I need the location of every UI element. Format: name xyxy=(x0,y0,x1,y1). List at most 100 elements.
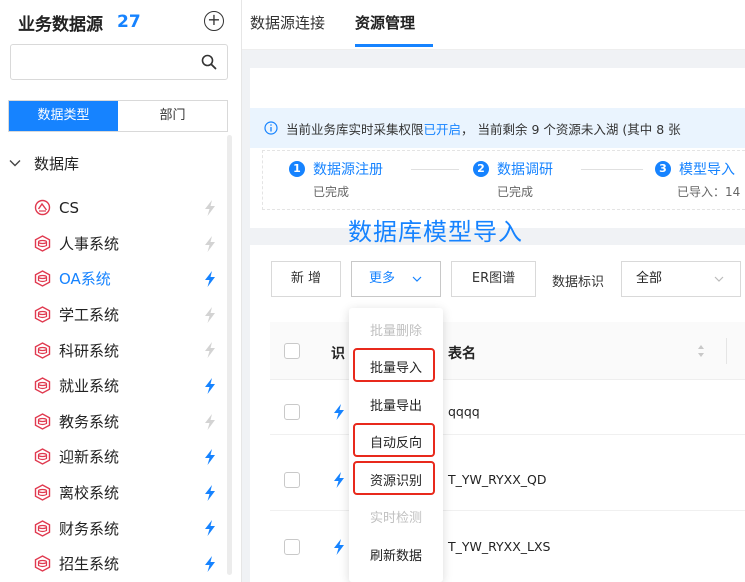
sidebar-item[interactable]: 学工系统 xyxy=(34,297,224,333)
column-header-id: 识 xyxy=(331,346,345,362)
tab-resource-management[interactable]: 资源管理 xyxy=(355,12,415,33)
database-icon-alt xyxy=(34,200,51,216)
lightning-icon xyxy=(334,404,344,420)
sidebar-item-label: 财务系统 xyxy=(59,519,120,538)
sidebar-item[interactable]: OA系统 xyxy=(34,261,224,297)
lightning-icon xyxy=(205,520,215,537)
table-name-cell: T_YW_RYXX_QD xyxy=(448,472,547,487)
table-name-cell: T_YW_RYXX_LXS xyxy=(448,539,551,554)
step-3-number: 3 xyxy=(655,161,671,177)
sidebar-header: 业务数据源 27 + xyxy=(18,10,228,35)
datasource-list: CS 人事系统 OA系统学工系统科研系统就业系统教务系统迎新系统离校系统财务系统招生… xyxy=(34,190,224,582)
step-3-sub: 已导入：14 xyxy=(677,185,741,199)
sidebar-item-label: 学工系统 xyxy=(59,306,120,325)
lightning-icon xyxy=(205,449,215,466)
table-row[interactable] xyxy=(270,530,745,582)
more-dropdown-button[interactable]: 更多 xyxy=(351,261,441,297)
search-input[interactable] xyxy=(11,45,191,79)
database-icon xyxy=(34,484,51,501)
database-icon xyxy=(34,448,51,466)
highlight-box xyxy=(353,348,435,382)
tab-datasource-connection[interactable]: 数据源连接 xyxy=(250,12,325,33)
sidebar-item[interactable]: 离校系统 xyxy=(34,475,224,511)
sidebar-item-label: CS xyxy=(59,198,79,217)
row-checkbox[interactable] xyxy=(284,539,300,555)
column-divider xyxy=(726,338,727,364)
lightning-icon xyxy=(205,200,215,216)
sidebar-item-label: 迎新系统 xyxy=(59,448,120,467)
step-connector xyxy=(411,169,459,170)
sidebar-item[interactable]: CS xyxy=(34,190,224,226)
highlight-box xyxy=(353,423,435,457)
lightning-icon xyxy=(205,377,215,394)
top-nav: 数据源连接 资源管理 xyxy=(242,0,745,50)
add-button[interactable]: 新 增 xyxy=(271,261,341,297)
tag-filter-select[interactable]: 全部 xyxy=(621,261,741,297)
sidebar-item[interactable]: 人事系统 xyxy=(34,226,224,262)
tab-department[interactable]: 部门 xyxy=(118,101,227,131)
tag-filter-value: 全部 xyxy=(636,271,663,286)
sidebar-item[interactable]: 科研系统 xyxy=(34,332,224,368)
sidebar-item-label: 离校系统 xyxy=(59,484,120,503)
lightning-icon xyxy=(205,306,215,323)
database-icon xyxy=(34,555,51,573)
search-box xyxy=(10,44,228,80)
tab-data-type[interactable]: 数据类型 xyxy=(9,101,118,131)
tree-root-database[interactable]: 数据库 xyxy=(8,150,79,176)
search-icon[interactable] xyxy=(201,54,217,70)
lightning-icon xyxy=(205,342,215,359)
database-icon xyxy=(34,413,51,430)
chevron-down-icon xyxy=(714,276,724,282)
lightning-icon xyxy=(205,235,215,252)
sidebar-count: 27 xyxy=(117,12,141,32)
plus-circle-icon[interactable]: + xyxy=(204,11,224,31)
menu-item[interactable]: 批量导出 xyxy=(349,395,443,414)
highlight-box xyxy=(353,461,435,495)
sidebar-item-label: 人事系统 xyxy=(59,234,120,253)
step-connector xyxy=(581,169,643,170)
sidebar-item-label: 就业系统 xyxy=(59,377,120,396)
er-graph-button[interactable]: ER图谱 xyxy=(451,261,536,297)
step-2: 2 数据调研 xyxy=(473,159,553,179)
notice-status: 已开启 xyxy=(423,121,462,137)
steps-bar: 1 数据源注册 已完成 2 数据调研 已完成 3 模型导入 已导入：14 xyxy=(262,150,745,210)
database-icon xyxy=(34,377,51,395)
sidebar-item-label: 科研系统 xyxy=(59,341,120,360)
sidebar-item-label: 招生系统 xyxy=(59,555,120,574)
select-all-checkbox[interactable] xyxy=(284,343,300,359)
sidebar-item[interactable]: 迎新系统 xyxy=(34,439,224,475)
lightning-icon xyxy=(205,413,215,430)
sidebar-item[interactable]: 招生系统 xyxy=(34,546,224,582)
sidebar-item[interactable]: 教务系统 xyxy=(34,404,224,440)
database-icon xyxy=(34,341,51,359)
info-icon xyxy=(264,121,278,135)
step-1-sub: 已完成 xyxy=(313,185,350,199)
column-header-name[interactable]: 表名 xyxy=(448,343,476,363)
lightning-icon xyxy=(334,539,344,555)
database-icon xyxy=(34,270,51,288)
lightning-icon xyxy=(205,555,215,572)
sort-icon[interactable] xyxy=(697,344,705,358)
menu-item: 批量删除 xyxy=(369,324,422,339)
sidebar-item[interactable]: 财务系统 xyxy=(34,510,224,546)
lightning-icon xyxy=(205,484,215,501)
menu-item: 实时检测 xyxy=(369,511,422,526)
menu-item[interactable]: 刷新数据 xyxy=(349,545,443,564)
sidebar-tabs: 数据类型 部门 xyxy=(8,100,228,132)
row-checkbox[interactable] xyxy=(284,404,300,420)
tree-root-label: 数据库 xyxy=(34,154,80,173)
sidebar: 业务数据源 27 + 数据类型 部门 数据库 CS 人事系统 OA系统学工系统科研系… xyxy=(0,0,242,582)
row-checkbox[interactable] xyxy=(284,472,300,488)
sidebar-scrollbar[interactable] xyxy=(227,135,232,575)
notice-suffix: ， 当前剩余 9 个资源未入湖 (其中 8 张 xyxy=(461,121,681,137)
notice-prefix: 当前业务库实时采集权限 xyxy=(286,121,424,137)
sidebar-item[interactable]: 就业系统 xyxy=(34,368,224,404)
step-1: 1 数据源注册 xyxy=(289,159,383,179)
chevron-down-icon xyxy=(412,276,422,282)
table-name-cell: qqqq xyxy=(448,404,480,419)
chevron-down-icon xyxy=(9,160,21,167)
notice-bar: 当前业务库实时采集权限 已开启， 当前剩余 9 个资源未入湖 (其中 8 张 xyxy=(250,108,745,148)
step-2-number: 2 xyxy=(473,161,489,177)
step-3: 3 模型导入 xyxy=(655,159,735,179)
annotation-title: 数据库模型导入 xyxy=(348,218,523,246)
